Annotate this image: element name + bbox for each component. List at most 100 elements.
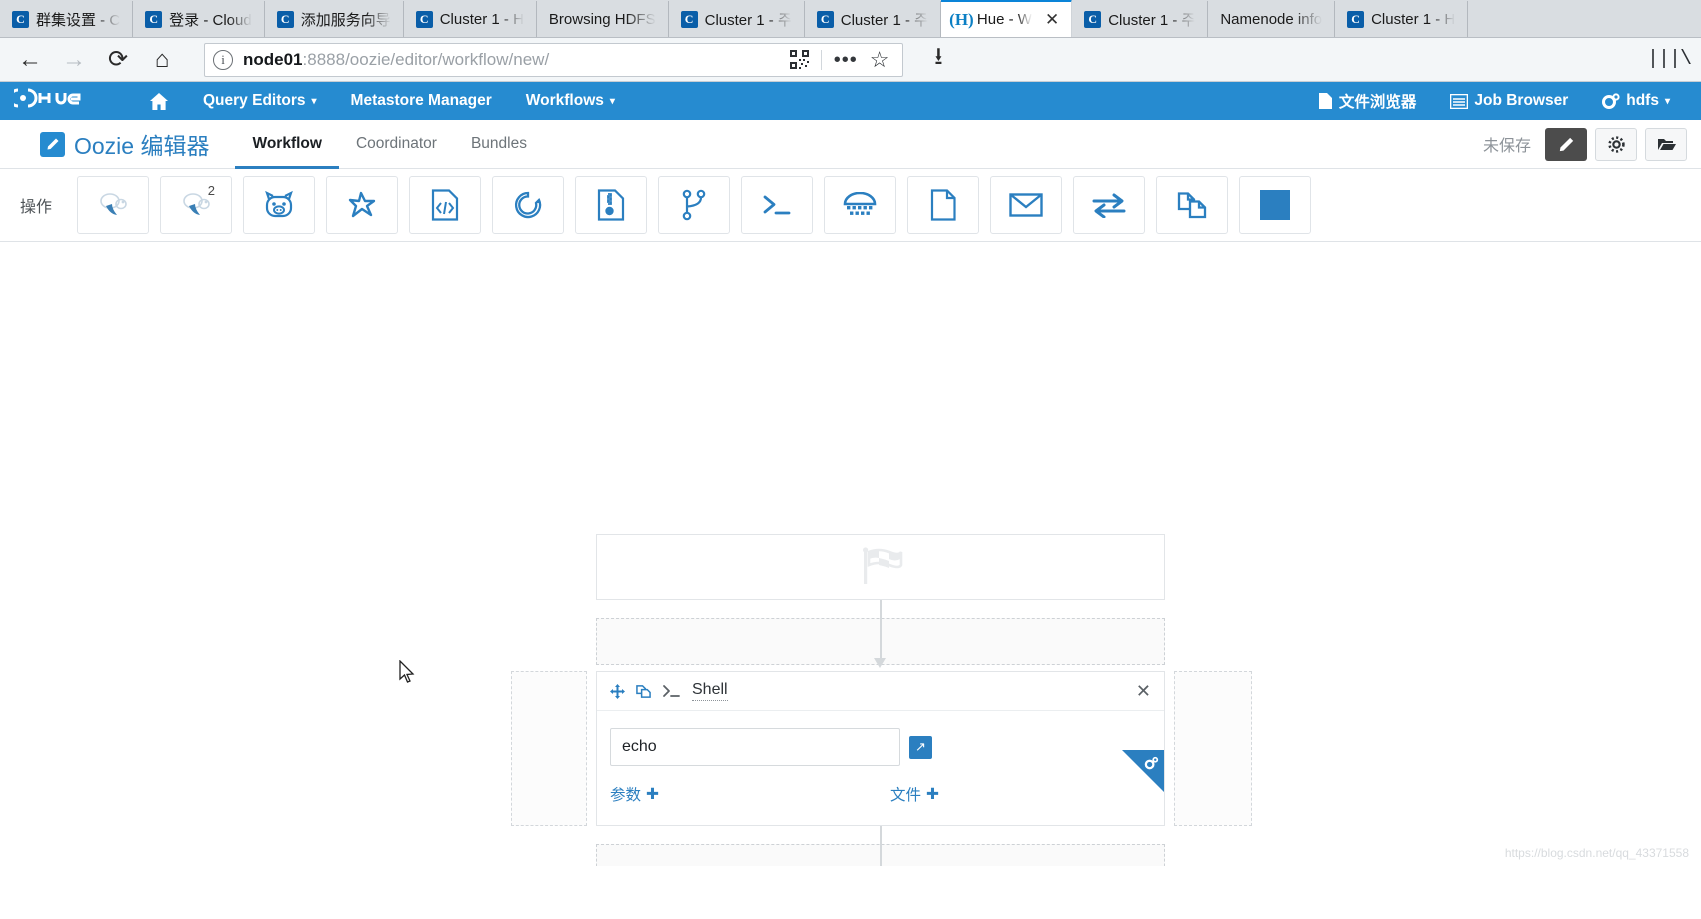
file-icon xyxy=(1318,92,1333,110)
action-java-code[interactable] xyxy=(409,176,481,234)
tab-label: 登录 - Cloud xyxy=(169,9,252,30)
watermark: https://blog.csdn.net/qq_43371558 xyxy=(1505,846,1689,860)
gear-icon xyxy=(1608,136,1625,153)
nav-query-editors[interactable]: Query Editors ▾ xyxy=(186,92,334,110)
cloudera-icon: C xyxy=(681,11,698,28)
action-email[interactable] xyxy=(990,176,1062,234)
shell-prompt-icon xyxy=(662,684,681,698)
library-icon[interactable]: |||\ xyxy=(1647,48,1691,71)
bookmark-star-icon[interactable]: ☆ xyxy=(870,47,890,73)
action-copy[interactable] xyxy=(1156,176,1228,234)
action-subworkflow[interactable] xyxy=(658,176,730,234)
nav-file-browser[interactable]: 文件浏览器 xyxy=(1301,90,1434,112)
node-settings-corner[interactable] xyxy=(1122,750,1164,792)
browser-tab[interactable]: C 添加服务向导 xyxy=(265,1,404,37)
close-icon[interactable]: ✕ xyxy=(1136,681,1151,702)
action-hive[interactable] xyxy=(77,176,149,234)
back-icon[interactable]: ← xyxy=(10,43,50,77)
browser-tab[interactable]: C Cluster 1 - 주 xyxy=(805,1,941,37)
envelope-icon xyxy=(1009,192,1043,218)
cloudera-icon: C xyxy=(277,11,294,28)
action-pig[interactable] xyxy=(243,176,315,234)
url-host: node01 xyxy=(243,50,303,69)
action-mapreduce[interactable] xyxy=(575,176,647,234)
download-icon[interactable]: ⭳ xyxy=(919,43,959,77)
forward-icon[interactable]: → xyxy=(54,43,94,77)
tab-label: Cluster 1 - 주 xyxy=(705,9,792,30)
nav-label: 文件浏览器 xyxy=(1339,90,1417,112)
browser-tab[interactable]: Namenode info xyxy=(1208,1,1335,37)
home-icon[interactable]: ⌂ xyxy=(142,43,182,77)
code-file-icon xyxy=(431,189,459,221)
chevron-down-icon: ▾ xyxy=(610,96,615,107)
nav-label: hdfs xyxy=(1626,92,1659,110)
browser-tab[interactable]: C Cluster 1 - 주 xyxy=(669,1,805,37)
browser-tab[interactable]: C 登录 - Cloud xyxy=(133,1,265,37)
hue-home-button[interactable] xyxy=(132,92,186,111)
spark-star-icon xyxy=(346,190,378,220)
nav-job-browser[interactable]: Job Browser xyxy=(1433,92,1585,110)
action-superscript: 2 xyxy=(208,183,215,198)
reload-icon[interactable]: ⟳ xyxy=(98,43,138,77)
workflow-canvas[interactable]: Shell ✕ echo ↗ 参数 ✚ 文件 ✚ xyxy=(0,242,1701,866)
tab-label: 群集设置 - C xyxy=(36,9,120,30)
drop-column-right[interactable] xyxy=(1174,671,1252,826)
browser-tab[interactable]: Browsing HDFS xyxy=(537,1,669,37)
site-info-icon[interactable]: i xyxy=(213,50,233,70)
workflow-start-node[interactable] xyxy=(596,534,1165,600)
tab-label: Cluster 1 - 주 xyxy=(1108,9,1195,30)
connector-line xyxy=(880,600,882,662)
drop-column-left[interactable] xyxy=(511,671,587,826)
open-workflow-button[interactable] xyxy=(1645,128,1687,161)
browser-tab[interactable]: C Cluster 1 - H xyxy=(404,1,537,37)
java-circle-icon xyxy=(513,190,543,220)
browser-tab-active[interactable]: (H) Hue - W ✕ xyxy=(941,0,1072,37)
settings-button[interactable] xyxy=(1595,128,1637,161)
action-fs[interactable] xyxy=(907,176,979,234)
shell-node[interactable]: Shell ✕ echo ↗ 参数 ✚ 文件 ✚ xyxy=(596,671,1165,826)
cloudera-icon: C xyxy=(817,11,834,28)
add-file-link[interactable]: 文件 ✚ xyxy=(890,783,939,805)
expand-icon[interactable]: ↗ xyxy=(909,736,932,759)
shell-command-input[interactable]: echo xyxy=(610,728,900,766)
gear-icon[interactable] xyxy=(1144,756,1159,775)
edit-workflow-button[interactable] xyxy=(1545,128,1587,161)
tab-coordinator[interactable]: Coordinator xyxy=(339,120,454,169)
oozie-editor-header: Oozie 编辑器 Workflow Coordinator Bundles 未… xyxy=(0,120,1701,169)
tab-label: Hue - W xyxy=(977,11,1032,28)
tab-label: Browsing HDFS xyxy=(549,11,656,28)
action-hive2[interactable]: 2 xyxy=(160,176,232,234)
node-title[interactable]: Shell xyxy=(692,681,728,701)
action-shell[interactable] xyxy=(741,176,813,234)
browser-tab[interactable]: C Cluster 1 - 주 xyxy=(1072,1,1208,37)
tab-workflow[interactable]: Workflow xyxy=(235,120,338,169)
hue-logo[interactable] xyxy=(14,86,90,116)
browser-tab[interactable]: C 群集设置 - C xyxy=(0,1,133,37)
move-handle-icon[interactable] xyxy=(610,684,625,699)
folder-open-icon xyxy=(1657,136,1676,152)
copy-icon[interactable] xyxy=(636,684,651,699)
nav-user-menu[interactable]: hdfs ▾ xyxy=(1585,92,1687,110)
action-java[interactable] xyxy=(492,176,564,234)
cloudera-icon: C xyxy=(145,11,162,28)
node-body: echo ↗ 参数 ✚ 文件 ✚ xyxy=(597,711,1164,819)
add-parameter-link[interactable]: 参数 ✚ xyxy=(610,783,890,805)
action-generic[interactable] xyxy=(1239,176,1311,234)
chevron-down-icon: ▾ xyxy=(1665,96,1670,107)
qr-code-icon[interactable] xyxy=(790,50,809,69)
connector-arrowhead xyxy=(874,658,886,668)
action-distcp[interactable] xyxy=(1073,176,1145,234)
nav-workflows[interactable]: Workflows ▾ xyxy=(509,92,632,110)
nav-metastore-manager[interactable]: Metastore Manager xyxy=(334,92,509,110)
address-bar[interactable]: i node01:8888/oozie/editor/workflow/new/… xyxy=(204,43,903,77)
action-spark[interactable] xyxy=(326,176,398,234)
divider xyxy=(821,50,822,70)
tab-bundles[interactable]: Bundles xyxy=(454,120,544,169)
action-sqoop[interactable] xyxy=(824,176,896,234)
action-toolbar-label: 操作 xyxy=(20,193,52,217)
tab-label: Cluster 1 - H xyxy=(440,11,524,28)
close-icon[interactable]: ✕ xyxy=(1045,11,1059,28)
browser-tab[interactable]: C Cluster 1 - H xyxy=(1335,1,1468,37)
page-actions-icon[interactable]: ••• xyxy=(834,55,858,65)
nav-label: Job Browser xyxy=(1474,92,1568,110)
